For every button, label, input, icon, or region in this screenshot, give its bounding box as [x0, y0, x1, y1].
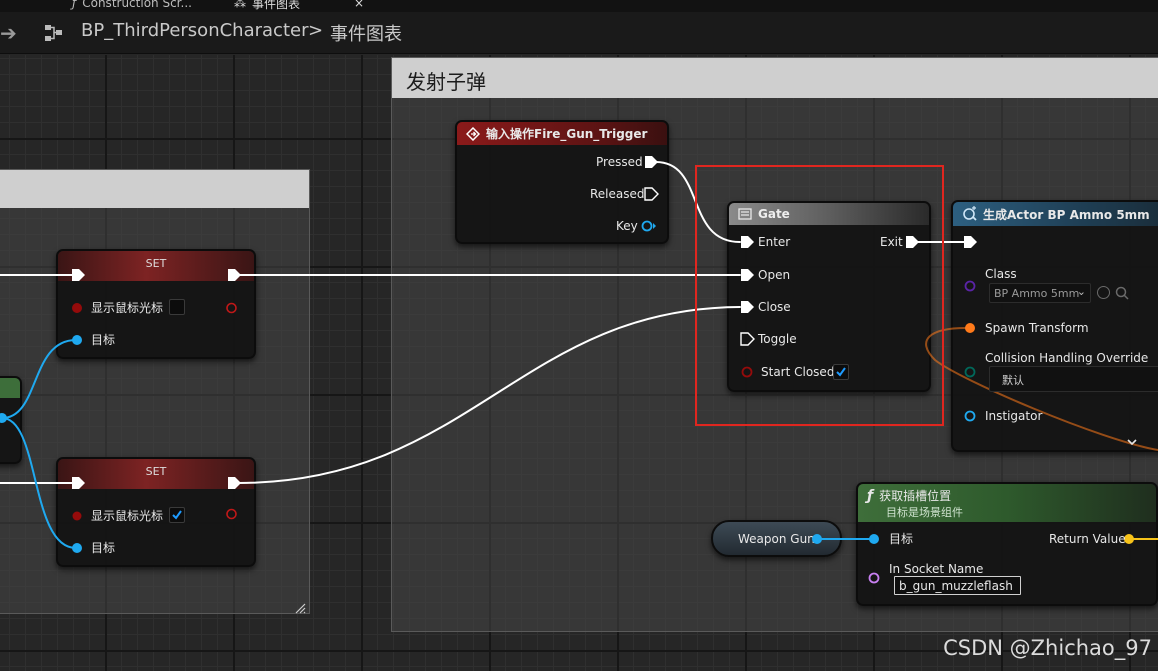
graph-wires: [0, 156, 1158, 584]
chevron-down-icon[interactable]: [1126, 432, 1138, 451]
exec-out-pin: [228, 269, 241, 281]
socket-target-label: 目标: [889, 532, 914, 546]
collision-dropdown[interactable]: 默认: [989, 366, 1158, 392]
released-pin-label: Released: [590, 187, 645, 201]
bool-pin: [72, 511, 82, 521]
blueprint-editor: ƒ Construction Scr... ⁂ 事件图表 × ➔ BP_Thir…: [0, 0, 1158, 671]
released-exec-pin: [644, 187, 659, 201]
set-var-label: 显示鼠标光标: [91, 509, 164, 523]
chevron-down-icon: ⌄: [1076, 285, 1086, 298]
spawn-exec-in-pin: [964, 236, 977, 248]
exec-out-pin: [228, 477, 241, 489]
socket-name-input[interactable]: b_gun_muzzleflash: [894, 576, 1021, 595]
browse-search-icon[interactable]: [1115, 285, 1129, 304]
use-selected-icon[interactable]: [1097, 286, 1110, 299]
collision-label: Collision Handling Override: [985, 351, 1149, 365]
socket-name-value: b_gun_muzzleflash: [899, 579, 1013, 593]
class-label: Class: [985, 267, 1017, 281]
show-cursor-checkbox-2[interactable]: [169, 507, 185, 523]
show-cursor-checkbox-1[interactable]: [169, 299, 185, 315]
checkmark-icon: [172, 510, 182, 520]
object-wire-to-set1-target: [1, 339, 77, 419]
instigator-label: Instigator: [985, 409, 1043, 423]
spawn-transform-label: Spawn Transform: [985, 321, 1089, 335]
bool-out-pin: [226, 508, 237, 520]
socket-name-pin: [868, 572, 880, 584]
key-pin-label: Key: [616, 219, 638, 233]
pressed-pin-label: Pressed: [596, 155, 643, 169]
instigator-pin: [964, 410, 976, 422]
set-target-label: 目标: [91, 333, 116, 347]
key-struct-pin: [641, 220, 653, 232]
class-dropdown[interactable]: BP Ammo 5mm ⌄: [989, 283, 1091, 303]
target-object-pin: [869, 534, 879, 544]
highlight-box: [695, 165, 944, 426]
partial-node-object-out-pin: [0, 413, 7, 423]
set-var-label: 显示鼠标光标: [91, 301, 164, 315]
pressed-exec-pin: [645, 156, 658, 168]
socket-name-label: In Socket Name: [889, 562, 984, 576]
set-target-label: 目标: [91, 541, 116, 555]
class-dropdown-value: BP Ammo 5mm: [994, 287, 1080, 300]
spawn-transform-pin: [965, 323, 975, 333]
exec-in-pin: [72, 477, 85, 489]
exec-in-pin: [72, 269, 85, 281]
class-pin: [964, 280, 976, 292]
return-value-label: Return Value: [1049, 532, 1126, 546]
bool-pin: [72, 303, 82, 313]
object-target-pin: [72, 543, 82, 553]
weapon-gun-out-pin: [812, 534, 822, 544]
collision-enum-pin: [964, 366, 976, 378]
input-event-pins: [641, 156, 659, 232]
object-target-pin: [72, 335, 82, 345]
bool-out-pin: [226, 302, 237, 314]
watermark: CSDN @Zhichao_97: [943, 636, 1152, 660]
collision-dropdown-value: 默认: [1002, 374, 1024, 387]
spawn-pins: [964, 236, 977, 422]
